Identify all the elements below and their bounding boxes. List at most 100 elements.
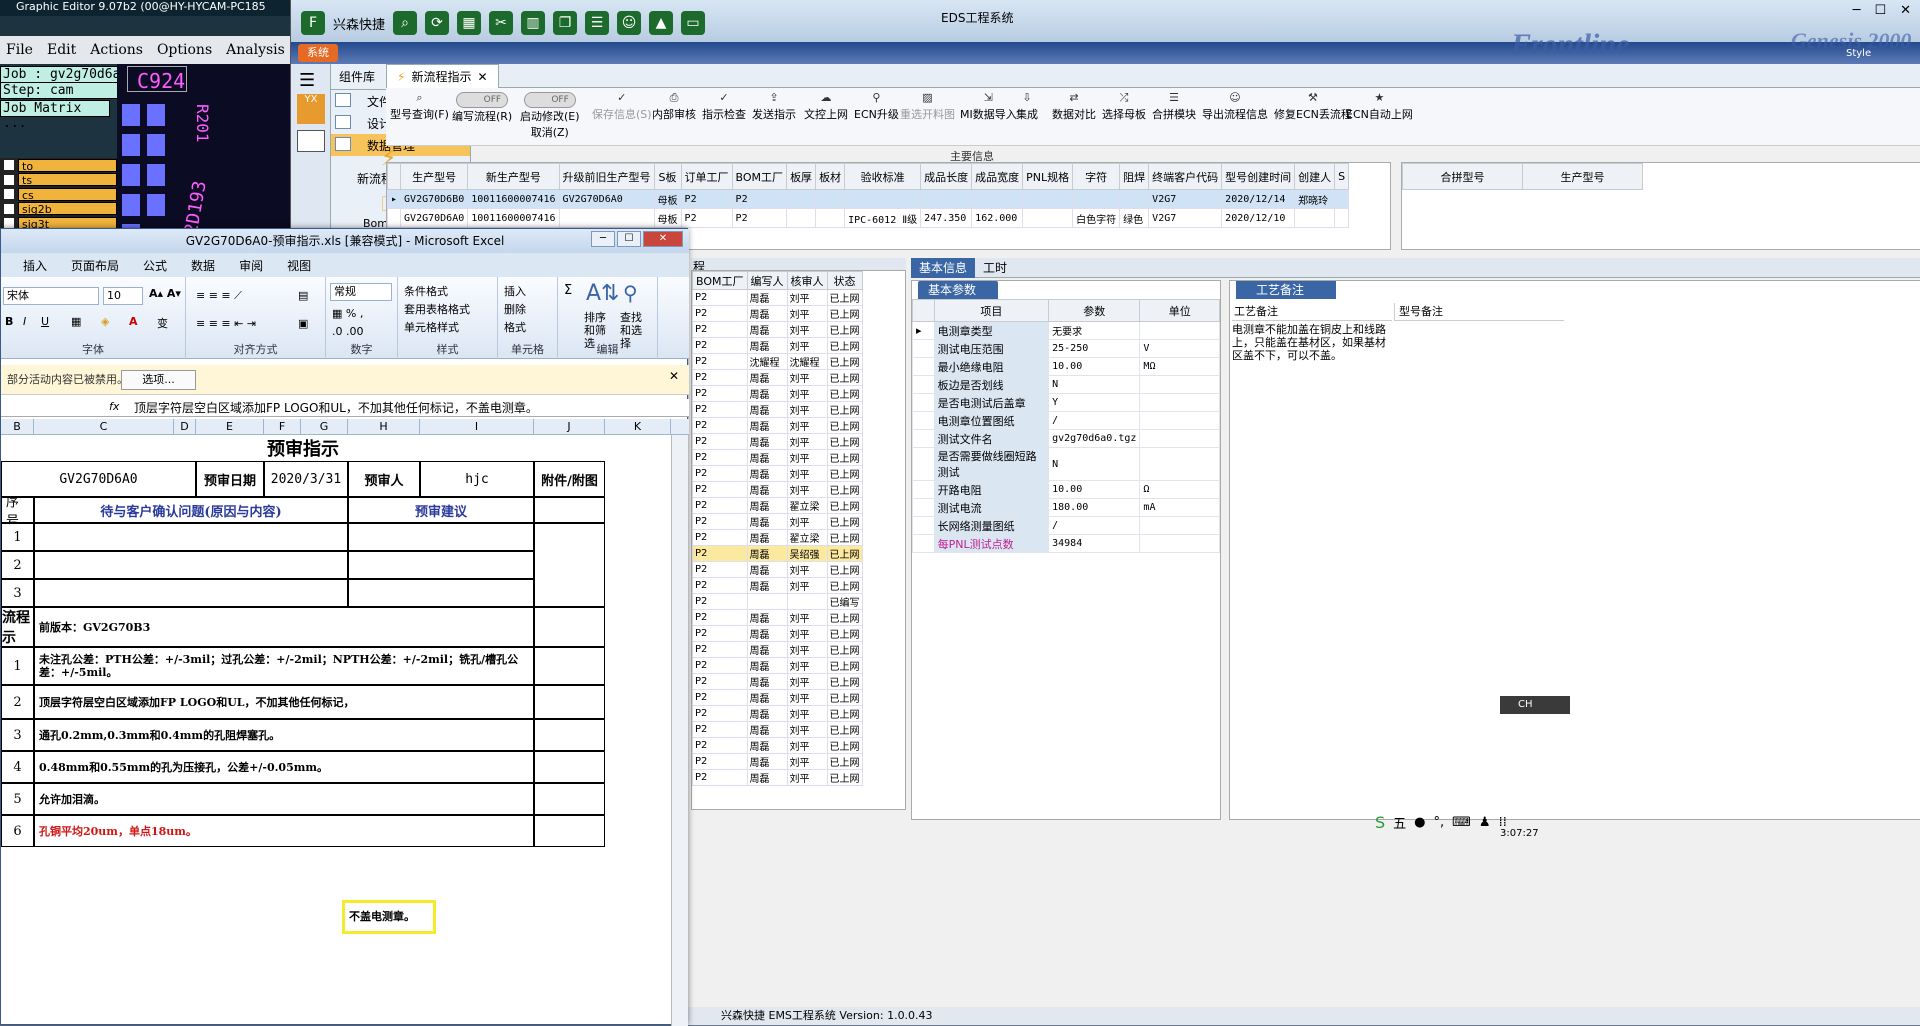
calculator-icon[interactable] bbox=[297, 130, 325, 152]
tab-work-hours[interactable]: 工时 bbox=[975, 258, 1015, 278]
table-row[interactable]: P2 周磊 刘平 已上网 bbox=[692, 337, 863, 354]
ge-menu-analysis[interactable]: Analysis bbox=[226, 42, 285, 58]
col-header[interactable]: 生产型号 bbox=[400, 163, 469, 190]
align-top-icon[interactable]: ≡ ≡ ≡ ⟋ bbox=[196, 289, 242, 303]
ge-menu-edit[interactable]: Edit bbox=[47, 42, 76, 58]
table-cell[interactable]: 周磊 bbox=[746, 737, 788, 754]
cell-item-num[interactable]: 3 bbox=[1, 719, 34, 751]
toolbar-button[interactable]: ★ ECN自动上网 bbox=[1346, 92, 1413, 122]
table-cell[interactable]: 翟立梁 bbox=[786, 497, 828, 514]
table-cell[interactable]: 已上网 bbox=[826, 305, 863, 322]
vertical-scrollbar[interactable] bbox=[671, 435, 688, 1026]
table-cell[interactable]: 周磊 bbox=[746, 753, 788, 770]
table-row[interactable]: P2 周磊 刘平 已上网 bbox=[692, 689, 863, 706]
cell-empty[interactable] bbox=[34, 551, 348, 579]
col-header[interactable]: 型号创建时间 bbox=[1221, 163, 1296, 190]
cell-empty[interactable] bbox=[348, 551, 534, 579]
grow-font-icon[interactable]: A▴ A▾ bbox=[149, 287, 181, 300]
tab-formulas[interactable]: 公式 bbox=[143, 257, 167, 274]
cell-item-num[interactable]: 4 bbox=[1, 751, 34, 783]
table-cell[interactable]: 已上网 bbox=[826, 753, 863, 770]
param-row[interactable]: 测试电压范围 25-250 V bbox=[912, 339, 1220, 358]
number-format-select[interactable]: 常规 bbox=[330, 283, 392, 301]
col-header[interactable]: 成品宽度 bbox=[971, 163, 1024, 190]
table-row[interactable]: P2 周磊 刘平 已上网 bbox=[692, 705, 863, 722]
maximize-icon[interactable]: ☐ bbox=[617, 231, 641, 247]
table-cell[interactable] bbox=[971, 189, 1024, 209]
layer-row[interactable]: cs bbox=[0, 187, 117, 202]
table-cell[interactable]: 刘平 bbox=[786, 769, 828, 786]
table-cell[interactable]: 已上网 bbox=[826, 545, 863, 562]
fill-color-icon[interactable]: ◈ bbox=[101, 315, 109, 328]
table-cell[interactable]: 刘平 bbox=[786, 449, 828, 466]
cell-item-num[interactable]: 2 bbox=[1, 685, 34, 719]
table-cell[interactable]: 周磊 bbox=[746, 369, 788, 386]
table-cell[interactable]: 刘平 bbox=[786, 737, 828, 754]
minimize-icon[interactable]: ─ bbox=[591, 231, 615, 247]
table-cell[interactable]: 刘平 bbox=[786, 465, 828, 482]
phonetic-icon[interactable]: 变 bbox=[157, 315, 168, 331]
table-cell[interactable]: 翟立梁 bbox=[786, 529, 828, 546]
table-cell[interactable]: P2 bbox=[692, 561, 748, 578]
ge-menu-actions[interactable]: Actions bbox=[90, 42, 143, 58]
basic-params-tab[interactable]: 基本参数 bbox=[918, 281, 998, 299]
layer-checkbox[interactable] bbox=[4, 174, 14, 185]
merge-model-grid[interactable]: 合拼型号 生产型号 bbox=[1401, 162, 1920, 250]
table-cell[interactable]: 刘平 bbox=[786, 561, 828, 578]
table-row[interactable]: P2 周磊 刘平 已上网 bbox=[692, 289, 863, 306]
table-row[interactable]: P2 周磊 刘平 已上网 bbox=[692, 561, 863, 578]
cell-item-text[interactable]: 允许加泪滴。 bbox=[34, 783, 534, 815]
cell-empty[interactable] bbox=[34, 523, 348, 551]
param-value[interactable]: 10.00 bbox=[1048, 480, 1141, 499]
column-header[interactable]: F bbox=[264, 419, 301, 435]
ime-indicator[interactable]: CH bbox=[1500, 696, 1570, 714]
table-cell[interactable]: 刘平 bbox=[786, 401, 828, 418]
toolbar-button[interactable]: ⤮ 选择母板 bbox=[1102, 92, 1146, 122]
table-row[interactable]: P2 周磊 刘平 已上网 bbox=[692, 577, 863, 594]
table-cell[interactable] bbox=[815, 189, 846, 209]
user-icon[interactable]: ☺ bbox=[617, 11, 642, 35]
table-cell[interactable]: 已上网 bbox=[826, 657, 863, 674]
table-cell[interactable]: 已上网 bbox=[826, 401, 863, 418]
table-cell[interactable]: P2 bbox=[692, 449, 748, 466]
table-row[interactable]: P2 周磊 翟立梁 已上网 bbox=[692, 497, 863, 514]
highlighted-cell[interactable]: 不盖电测章。 bbox=[342, 900, 436, 934]
film-icon[interactable]: ▥ bbox=[521, 11, 546, 35]
sum-icon[interactable]: Σ bbox=[564, 283, 572, 298]
param-row[interactable]: ▸ 电测章类型 无要求 bbox=[912, 321, 1220, 340]
table-cell[interactable]: 刘平 bbox=[786, 337, 828, 354]
table-cell[interactable]: 周磊 bbox=[746, 529, 788, 546]
align-left-icon[interactable]: ≡ ≡ ≡ ⇤ ⇥ bbox=[196, 317, 256, 330]
column-header[interactable]: H bbox=[348, 419, 420, 435]
param-value[interactable]: / bbox=[1048, 516, 1141, 535]
table-cell[interactable] bbox=[558, 208, 655, 228]
cell-empty[interactable] bbox=[348, 579, 534, 607]
cell-empty[interactable] bbox=[534, 783, 605, 815]
table-cell[interactable]: 周磊 bbox=[746, 545, 788, 562]
col-header[interactable]: 生产型号 bbox=[1522, 163, 1643, 190]
cell-row-num[interactable]: 3 bbox=[1, 579, 34, 607]
table-cell[interactable]: 已上网 bbox=[826, 321, 863, 338]
table-cell[interactable]: 247.350 bbox=[920, 208, 973, 228]
table-cell[interactable]: 已上网 bbox=[826, 609, 863, 626]
table-cell[interactable]: 刘平 bbox=[786, 609, 828, 626]
table-cell[interactable]: 刘平 bbox=[786, 417, 828, 434]
table-cell[interactable]: 已上网 bbox=[826, 529, 863, 546]
table-row[interactable]: P2 周磊 吴绍强 已上网 bbox=[692, 545, 863, 562]
table-row[interactable]: P2 周磊 刘平 已上网 bbox=[692, 673, 863, 690]
toggle-switch[interactable]: OFF bbox=[523, 92, 576, 108]
table-row[interactable]: P2 周磊 刘平 已上网 bbox=[692, 641, 863, 658]
cell-empty[interactable] bbox=[534, 607, 605, 647]
table-cell[interactable]: 刘平 bbox=[786, 289, 828, 306]
param-row[interactable]: 测试文件名 gv2g70d6a0.tgz bbox=[912, 429, 1220, 448]
table-cell[interactable]: P2 bbox=[692, 401, 748, 418]
table-cell[interactable] bbox=[1334, 189, 1350, 209]
param-value[interactable]: 10.00 bbox=[1048, 357, 1141, 376]
tab-page-layout[interactable]: 页面布局 bbox=[71, 257, 119, 274]
table-cell[interactable]: 绿色 bbox=[1119, 208, 1150, 228]
border-icon[interactable]: ▦ bbox=[71, 315, 81, 328]
cell-item-text[interactable]: 0.48mm和0.55mm的孔为压接孔，公差+/-0.05mm。 bbox=[34, 751, 534, 783]
table-cell[interactable]: P2 bbox=[680, 189, 733, 209]
cell-model[interactable]: GV2G70D6A0 bbox=[1, 461, 196, 497]
toolbar-button[interactable]: ⇲ MI数据导入 bbox=[960, 92, 1017, 122]
